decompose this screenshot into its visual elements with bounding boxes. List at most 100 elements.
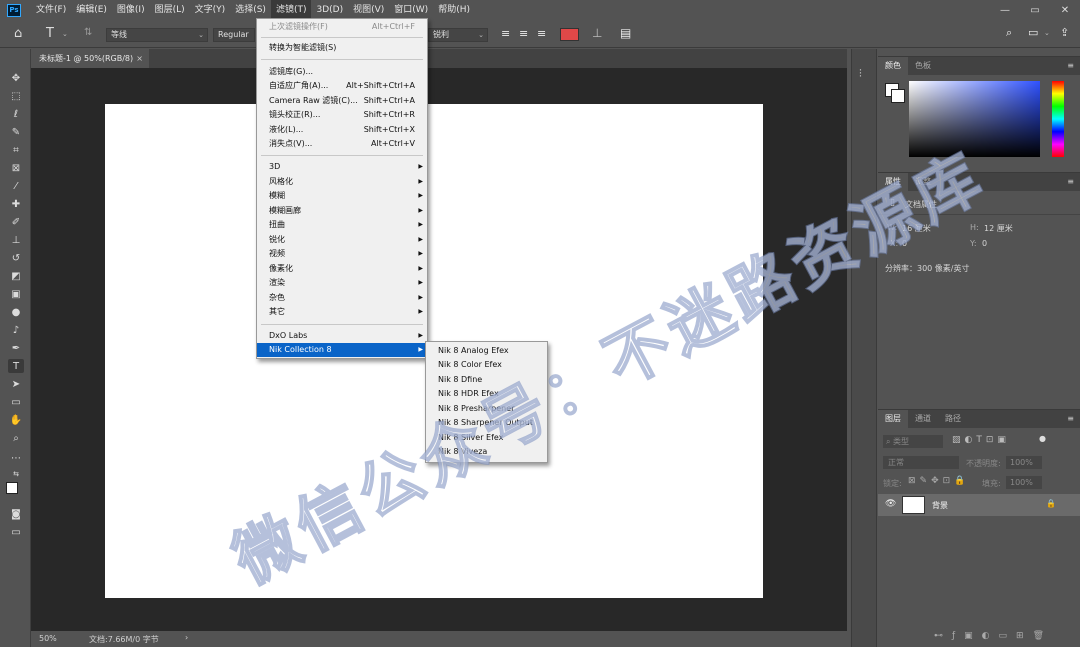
gradient-tool-icon[interactable]: ▣ [8, 287, 24, 301]
menu-item-lens-correction[interactable]: 镜头校正(R)... Shift+Ctrl+R [257, 108, 427, 122]
tab-layers[interactable]: 图层 [878, 410, 908, 428]
zoom-tool-icon[interactable]: ⌕ [8, 431, 24, 445]
menu-image[interactable]: 图像(I) [112, 0, 150, 20]
path-selection-tool-icon[interactable]: ➤ [8, 377, 24, 391]
tab-swatches[interactable]: 色板 [908, 57, 938, 75]
marquee-tool-icon[interactable]: ⬚ [8, 89, 24, 103]
move-tool-icon[interactable]: ✥ [8, 71, 24, 85]
layer-filter-icons[interactable]: ▨◐T⊡▣ [952, 435, 1010, 445]
type-tool-icon[interactable]: T [8, 359, 24, 373]
menu-item-liquify[interactable]: 液化(L)... Shift+Ctrl+X [257, 123, 427, 137]
menu-help[interactable]: 帮助(H) [433, 0, 475, 20]
quick-select-tool-icon[interactable]: ✎ [8, 125, 24, 139]
healing-brush-tool-icon[interactable]: ✚ [8, 197, 24, 211]
minimize-button[interactable]: — [990, 0, 1020, 20]
menu-item-blur[interactable]: 模糊 ▶ [257, 189, 427, 203]
chevron-down-icon[interactable]: ⌄ [1044, 29, 1050, 37]
tab-paths[interactable]: 路径 [938, 410, 968, 428]
chevron-right-icon[interactable]: › [185, 633, 188, 642]
brush-tool-icon[interactable]: ✐ [8, 215, 24, 229]
zoom-level[interactable]: 50% [39, 634, 57, 643]
history-panel-icon[interactable]: ⫶ [859, 67, 862, 81]
filter-toggle-icon[interactable]: ● [1039, 434, 1046, 443]
menu-item-nik-dfine[interactable]: Nik 8 Dfine [426, 373, 547, 387]
menu-view[interactable]: 视图(V) [348, 0, 389, 20]
color-picker-field[interactable] [909, 81, 1040, 157]
maximize-button[interactable]: ▭ [1020, 0, 1050, 20]
menu-item-adaptive-wide-angle[interactable]: 自适应广角(A)... Alt+Shift+Ctrl+A [257, 79, 427, 93]
history-brush-tool-icon[interactable]: ↺ [8, 251, 24, 265]
font-family-select[interactable]: 等线 ⌄ [106, 28, 208, 42]
tab-properties[interactable]: 属性 [878, 173, 908, 191]
opacity-input[interactable]: 100% [1006, 456, 1042, 469]
tab-color[interactable]: 颜色 [878, 57, 908, 75]
menu-filter[interactable]: 滤镜(T) [270, 0, 312, 20]
menu-item-nik-sharpener-output[interactable]: Nik 8 Sharpener Output [426, 416, 547, 430]
align-right-icon[interactable]: ≡ [537, 27, 546, 40]
menu-item-camera-raw[interactable]: Camera Raw 滤镜(C)... Shift+Ctrl+A [257, 94, 427, 108]
warp-text-icon[interactable]: ⊥ [592, 26, 602, 40]
x-value[interactable]: 0 [902, 239, 907, 248]
tab-channels[interactable]: 通道 [908, 410, 938, 428]
dodge-tool-icon[interactable]: ♪ [8, 323, 24, 337]
pen-tool-icon[interactable]: ✒ [8, 341, 24, 355]
menu-item-blur-gallery[interactable]: 模糊画廊 ▶ [257, 204, 427, 218]
menu-window[interactable]: 窗口(W) [389, 0, 433, 20]
menu-item-3d[interactable]: 3D ▶ [257, 160, 427, 174]
menu-edit[interactable]: 编辑(E) [71, 0, 112, 20]
layer-name[interactable]: 背景 [932, 500, 948, 511]
menu-item-nik-viveza[interactable]: Nik 8 Viveza [426, 445, 547, 459]
tab-adjustments[interactable]: 调整 [908, 173, 938, 191]
menu-item-stylize[interactable]: 风格化 ▶ [257, 175, 427, 189]
menu-item-nik-presharpener[interactable]: Nik 8 Presharpener [426, 402, 547, 416]
font-style-select[interactable]: Regular [213, 28, 255, 42]
quick-mask-icon[interactable]: ◙ [8, 507, 24, 521]
rectangle-tool-icon[interactable]: ▭ [8, 395, 24, 409]
layer-filter-select[interactable]: ⌕ 类型 [883, 435, 943, 448]
menu-item-dxo-labs[interactable]: DxO Labs ▶ [257, 329, 427, 343]
menu-item-nik-analog-efex[interactable]: Nik 8 Analog Efex [426, 344, 547, 358]
menu-item-other[interactable]: 其它 ▶ [257, 305, 427, 319]
eye-icon[interactable]: 👁 [885, 499, 896, 509]
hue-slider[interactable] [1052, 81, 1064, 157]
menu-item-render[interactable]: 渲染 ▶ [257, 276, 427, 290]
search-icon[interactable]: ⌕ [1006, 26, 1012, 40]
text-orientation-icon[interactable]: ⇅ [84, 27, 92, 38]
foreground-color-swatch[interactable] [6, 482, 18, 494]
crop-tool-icon[interactable]: ⌗ [8, 143, 24, 157]
menu-item-vanishing-point[interactable]: 消失点(V)... Alt+Ctrl+V [257, 137, 427, 151]
height-value[interactable]: 12 厘米 [984, 223, 1013, 234]
menu-item-last-filter[interactable]: 上次滤镜操作(F) Alt+Ctrl+F [257, 20, 427, 34]
menu-item-nik-color-efex[interactable]: Nik 8 Color Efex [426, 358, 547, 372]
background-swatch[interactable] [891, 89, 905, 103]
more-tools-icon[interactable]: ⋯ [8, 451, 24, 465]
lock-icons[interactable]: ⊠✎✥⊡🔒 [908, 476, 969, 486]
share-icon[interactable]: ⇪ [1060, 26, 1069, 39]
chevron-down-icon[interactable]: ⌄ [62, 30, 68, 38]
text-color-swatch[interactable] [560, 28, 579, 41]
eyedropper-tool-icon[interactable]: ⁄ [8, 179, 24, 193]
menu-3d[interactable]: 3D(D) [311, 0, 348, 20]
fill-input[interactable]: 100% [1006, 476, 1042, 489]
character-panel-icon[interactable]: ▤ [620, 26, 631, 40]
menu-item-filter-gallery[interactable]: 滤镜库(G)... [257, 65, 427, 79]
panel-menu-icon[interactable]: ≡ [1067, 414, 1074, 423]
menu-select[interactable]: 选择(S) [230, 0, 271, 20]
align-center-icon[interactable]: ≡ [519, 27, 528, 40]
layer-row[interactable]: 👁 背景 🔒 [878, 494, 1080, 516]
blur-tool-icon[interactable]: ● [8, 305, 24, 319]
lasso-tool-icon[interactable]: ℓ [8, 107, 24, 121]
close-window-button[interactable]: ✕ [1050, 0, 1080, 20]
home-icon[interactable]: ⌂ [14, 26, 22, 41]
blend-mode-select[interactable]: 正常 [883, 456, 959, 469]
menu-item-distort[interactable]: 扭曲 ▶ [257, 218, 427, 232]
menu-item-nik-hdr-efex[interactable]: Nik 8 HDR Efex [426, 387, 547, 401]
document-tab[interactable]: 未标题-1 @ 50%(RGB/8) × [31, 49, 149, 68]
antialias-select[interactable]: 锐利 ⌄ [428, 28, 488, 42]
panel-menu-icon[interactable]: ≡ [1067, 61, 1074, 70]
layer-actions-bar[interactable]: ⊷ƒ▣◐▭⊞🗑 [934, 631, 1053, 641]
clone-stamp-tool-icon[interactable]: ⊥ [8, 233, 24, 247]
eraser-tool-icon[interactable]: ◩ [8, 269, 24, 283]
hand-tool-icon[interactable]: ✋ [8, 413, 24, 427]
menu-item-pixelate[interactable]: 像素化 ▶ [257, 262, 427, 276]
